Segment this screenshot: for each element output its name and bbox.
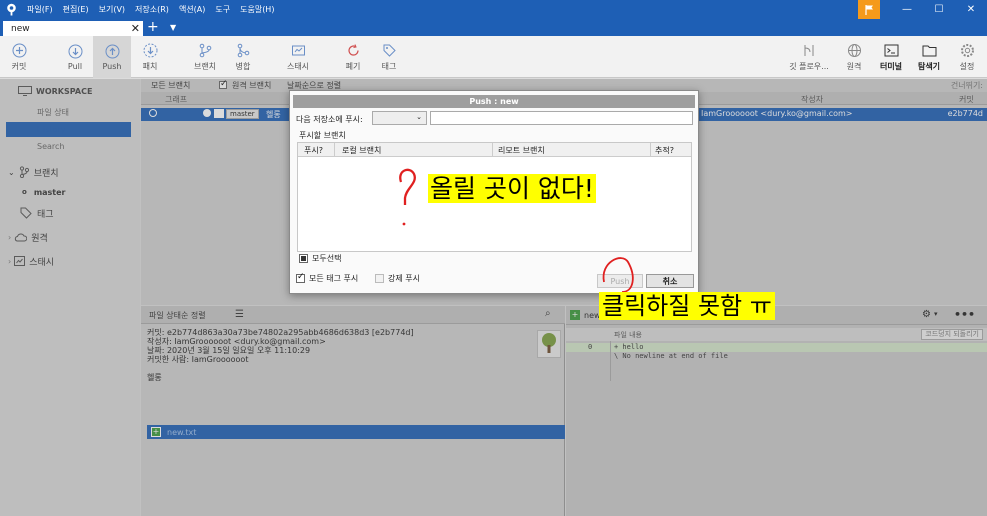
annotation-cannot-click: 클릭하질 못함 ㅠ bbox=[599, 292, 775, 320]
annotation-nowhere: 올릴 곳이 없다! bbox=[428, 174, 596, 203]
red-annotation-marks bbox=[399, 168, 634, 293]
